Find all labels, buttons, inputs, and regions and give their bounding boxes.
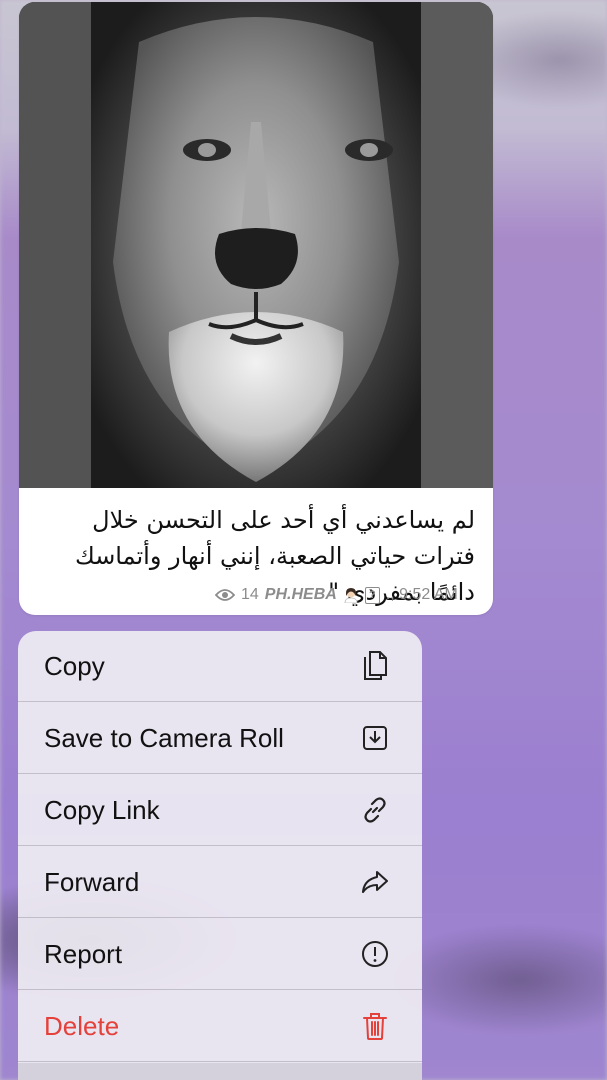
- forward-icon: [358, 865, 392, 899]
- menu-bottom-edge: [18, 1063, 422, 1080]
- woman-emoji-icon: [343, 587, 359, 603]
- trash-icon: [358, 1009, 392, 1043]
- view-count: 14: [241, 586, 259, 603]
- menu-item-report[interactable]: Report: [18, 919, 422, 990]
- download-icon: [358, 721, 392, 755]
- context-menu: Copy Save to Camera Roll Copy Link Forwa…: [18, 631, 422, 1080]
- lion-photo: [19, 2, 493, 488]
- menu-item-delete[interactable]: Delete: [18, 991, 422, 1062]
- menu-item-label: Delete: [44, 1010, 120, 1041]
- message-photo[interactable]: [19, 2, 493, 488]
- unknown-glyph-icon: ?: [364, 586, 380, 604]
- eye-icon: [215, 588, 235, 602]
- menu-item-label: Copy: [44, 650, 105, 681]
- report-icon: [358, 937, 392, 971]
- menu-item-forward[interactable]: Forward: [18, 847, 422, 918]
- menu-item-label: Forward: [44, 866, 140, 897]
- message-author: PH.HEBA: [264, 586, 337, 603]
- menu-item-label: Report: [44, 938, 123, 969]
- menu-item-label: Save to Camera Roll: [44, 722, 284, 753]
- menu-item-label: Copy Link: [44, 794, 160, 825]
- menu-item-copy[interactable]: Copy: [18, 631, 422, 702]
- message-time: ., 9:52 AM: [385, 586, 458, 603]
- menu-item-copy-link[interactable]: Copy Link: [18, 775, 422, 846]
- menu-item-save-to-camera-roll[interactable]: Save to Camera Roll: [18, 703, 422, 774]
- message-meta: 14 PH.HEBA ? ., 9:52 AM: [215, 586, 458, 604]
- message-bubble[interactable]: لم يساعدني أي أحد على التحسن خلال فترات …: [19, 2, 493, 615]
- link-icon: [358, 793, 392, 827]
- copy-icon: [358, 649, 392, 683]
